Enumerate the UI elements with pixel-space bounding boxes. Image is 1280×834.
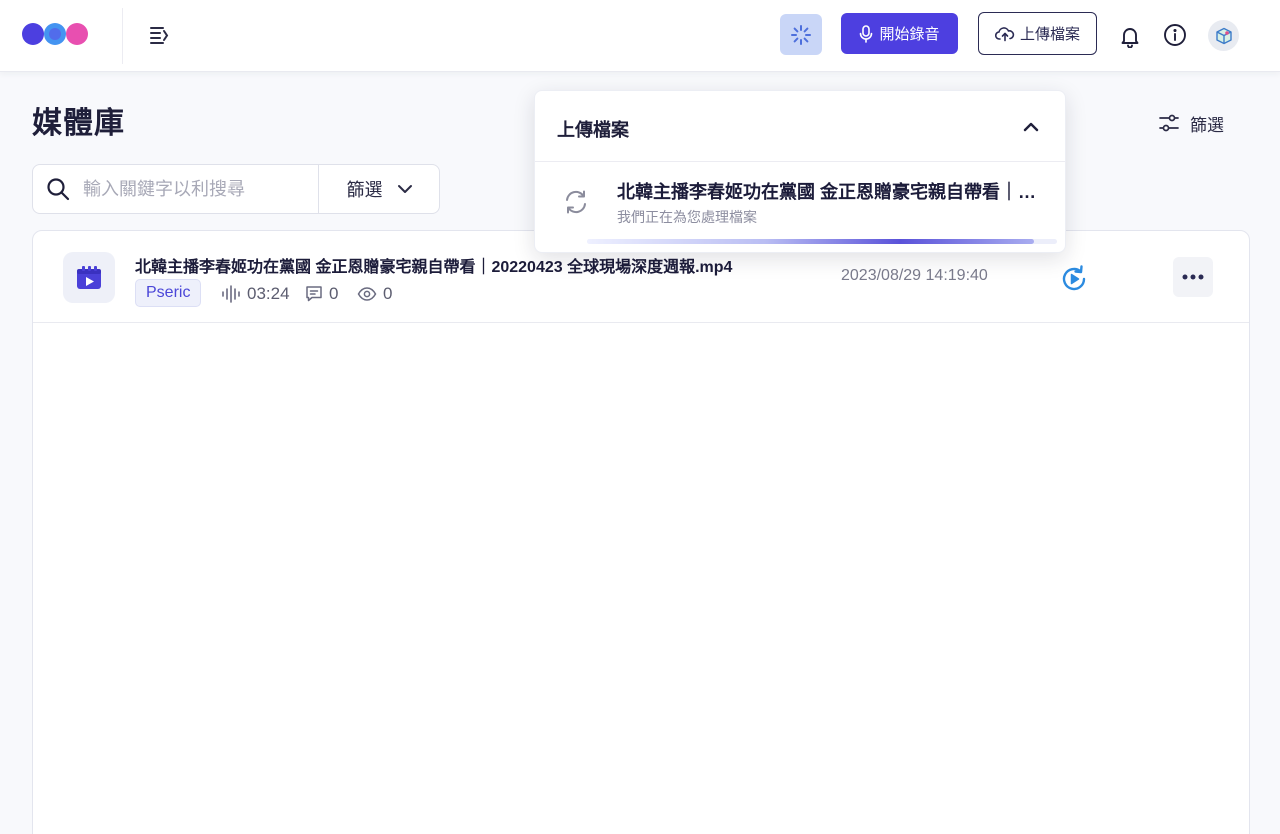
chevron-up-icon[interactable] [1019, 115, 1043, 139]
processing-spinner-button[interactable] [780, 14, 822, 55]
owner-tag: Pseric [135, 279, 202, 307]
views-meta: 0 [357, 283, 392, 305]
upload-popover-header: 上傳檔案 [535, 91, 1065, 162]
chevron-down-icon [397, 185, 412, 193]
menu-toggle-icon[interactable] [146, 22, 172, 48]
upload-progress-bar [587, 239, 1057, 244]
media-title[interactable]: 北韓主播李春姬功在黨國 金正恩贈豪宅親自帶看｜20220423 全球現場深度週報… [135, 253, 732, 277]
search-input[interactable] [83, 166, 318, 212]
search-filter-label: 篩選 [346, 180, 383, 200]
duration-value: 03:24 [247, 284, 290, 303]
media-list: 北韓主播李春姬功在黨國 金正恩贈豪宅親自帶看｜20220423 全球現場深度週報… [32, 230, 1250, 834]
upload-item-status: 我們正在為您處理檔案 [617, 209, 757, 225]
sync-icon [563, 189, 589, 215]
filter-settings-button[interactable]: 篩選 [1158, 110, 1224, 136]
video-file-icon [63, 252, 115, 303]
upload-file-label: 上傳檔案 [1019, 26, 1080, 43]
media-date: 2023/08/29 14:19:40 [841, 267, 988, 284]
bell-icon[interactable] [1118, 24, 1142, 49]
avatar-cube-icon [1215, 27, 1232, 44]
brand-logo[interactable] [20, 18, 94, 50]
filter-settings-label: 篩選 [1190, 115, 1224, 135]
more-options-button[interactable] [1173, 257, 1213, 297]
more-dots-icon [1182, 274, 1204, 280]
top-bar: 開始錄音 上傳檔案 [0, 0, 1280, 72]
replay-play-icon[interactable] [1059, 264, 1089, 294]
views-count: 0 [383, 284, 393, 303]
upload-item-name: 北韓主播李春姬功在黨國 金正恩贈豪宅親自帶看｜20220423 全球現場深度週報… [617, 182, 1037, 202]
search-bar: 篩選 [32, 164, 440, 214]
upload-popover: 上傳檔案 北韓主播李春姬功在黨國 金正恩贈豪宅親自帶看｜20220423 全球現… [534, 90, 1066, 253]
sliders-icon [1159, 114, 1179, 132]
comments-meta: 0 [305, 283, 338, 305]
search-filter-dropdown[interactable]: 篩選 [318, 165, 440, 213]
upload-popover-title: 上傳檔案 [557, 120, 629, 140]
header-divider [122, 8, 123, 64]
cloud-upload-icon [994, 26, 1015, 41]
eye-icon [357, 287, 377, 301]
comments-count: 0 [329, 284, 339, 303]
upload-file-button[interactable]: 上傳檔案 [978, 12, 1097, 55]
info-icon[interactable] [1163, 23, 1187, 47]
search-icon [33, 165, 83, 213]
page-title: 媒體庫 [32, 107, 125, 140]
avatar[interactable] [1208, 20, 1239, 51]
audio-wave-icon [222, 285, 240, 303]
start-recording-button[interactable]: 開始錄音 [841, 13, 958, 54]
duration-meta: 03:24 [221, 283, 290, 305]
microphone-icon [860, 24, 873, 43]
comment-icon [306, 286, 322, 302]
upload-progress-fill [587, 239, 1034, 244]
start-recording-label: 開始錄音 [879, 26, 940, 43]
loading-spinner-icon [791, 24, 811, 45]
